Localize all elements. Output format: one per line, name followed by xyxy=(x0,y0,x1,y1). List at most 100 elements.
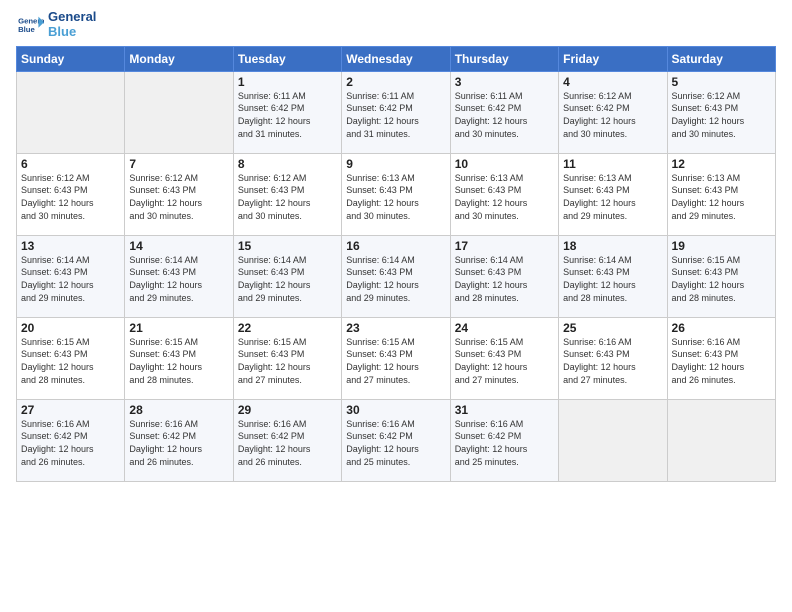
calendar-cell: 30Sunrise: 6:16 AM Sunset: 6:42 PM Dayli… xyxy=(342,399,450,481)
calendar-table: Sunday Monday Tuesday Wednesday Thursday… xyxy=(16,46,776,482)
calendar-cell: 28Sunrise: 6:16 AM Sunset: 6:42 PM Dayli… xyxy=(125,399,233,481)
day-info: Sunrise: 6:12 AM Sunset: 6:42 PM Dayligh… xyxy=(563,90,662,140)
calendar-cell: 25Sunrise: 6:16 AM Sunset: 6:43 PM Dayli… xyxy=(559,317,667,399)
calendar-week-row: 6Sunrise: 6:12 AM Sunset: 6:43 PM Daylig… xyxy=(17,153,776,235)
calendar-cell: 14Sunrise: 6:14 AM Sunset: 6:43 PM Dayli… xyxy=(125,235,233,317)
day-info: Sunrise: 6:16 AM Sunset: 6:42 PM Dayligh… xyxy=(346,418,445,468)
day-number: 9 xyxy=(346,157,445,171)
day-info: Sunrise: 6:12 AM Sunset: 6:43 PM Dayligh… xyxy=(238,172,337,222)
calendar-cell: 31Sunrise: 6:16 AM Sunset: 6:42 PM Dayli… xyxy=(450,399,558,481)
col-wednesday: Wednesday xyxy=(342,46,450,71)
day-number: 26 xyxy=(672,321,771,335)
day-number: 6 xyxy=(21,157,120,171)
day-number: 15 xyxy=(238,239,337,253)
col-monday: Monday xyxy=(125,46,233,71)
day-number: 12 xyxy=(672,157,771,171)
day-info: Sunrise: 6:15 AM Sunset: 6:43 PM Dayligh… xyxy=(672,254,771,304)
calendar-cell: 26Sunrise: 6:16 AM Sunset: 6:43 PM Dayli… xyxy=(667,317,775,399)
day-info: Sunrise: 6:15 AM Sunset: 6:43 PM Dayligh… xyxy=(21,336,120,386)
day-number: 11 xyxy=(563,157,662,171)
calendar-cell: 21Sunrise: 6:15 AM Sunset: 6:43 PM Dayli… xyxy=(125,317,233,399)
day-number: 22 xyxy=(238,321,337,335)
col-tuesday: Tuesday xyxy=(233,46,341,71)
day-number: 18 xyxy=(563,239,662,253)
day-info: Sunrise: 6:16 AM Sunset: 6:42 PM Dayligh… xyxy=(129,418,228,468)
logo-text-general: General xyxy=(48,10,96,25)
day-info: Sunrise: 6:15 AM Sunset: 6:43 PM Dayligh… xyxy=(346,336,445,386)
calendar-cell: 7Sunrise: 6:12 AM Sunset: 6:43 PM Daylig… xyxy=(125,153,233,235)
calendar-cell xyxy=(125,71,233,153)
page-header: General Blue General Blue xyxy=(16,10,776,40)
day-number: 20 xyxy=(21,321,120,335)
day-info: Sunrise: 6:11 AM Sunset: 6:42 PM Dayligh… xyxy=(238,90,337,140)
day-info: Sunrise: 6:16 AM Sunset: 6:43 PM Dayligh… xyxy=(672,336,771,386)
day-number: 13 xyxy=(21,239,120,253)
day-info: Sunrise: 6:14 AM Sunset: 6:43 PM Dayligh… xyxy=(455,254,554,304)
day-info: Sunrise: 6:14 AM Sunset: 6:43 PM Dayligh… xyxy=(563,254,662,304)
day-number: 25 xyxy=(563,321,662,335)
day-number: 29 xyxy=(238,403,337,417)
calendar-cell: 29Sunrise: 6:16 AM Sunset: 6:42 PM Dayli… xyxy=(233,399,341,481)
day-number: 10 xyxy=(455,157,554,171)
calendar-cell xyxy=(667,399,775,481)
calendar-week-row: 20Sunrise: 6:15 AM Sunset: 6:43 PM Dayli… xyxy=(17,317,776,399)
calendar-cell: 4Sunrise: 6:12 AM Sunset: 6:42 PM Daylig… xyxy=(559,71,667,153)
calendar-cell: 15Sunrise: 6:14 AM Sunset: 6:43 PM Dayli… xyxy=(233,235,341,317)
day-info: Sunrise: 6:16 AM Sunset: 6:43 PM Dayligh… xyxy=(563,336,662,386)
calendar-cell: 2Sunrise: 6:11 AM Sunset: 6:42 PM Daylig… xyxy=(342,71,450,153)
day-info: Sunrise: 6:13 AM Sunset: 6:43 PM Dayligh… xyxy=(563,172,662,222)
day-number: 28 xyxy=(129,403,228,417)
calendar-cell: 13Sunrise: 6:14 AM Sunset: 6:43 PM Dayli… xyxy=(17,235,125,317)
day-info: Sunrise: 6:14 AM Sunset: 6:43 PM Dayligh… xyxy=(346,254,445,304)
calendar-week-row: 13Sunrise: 6:14 AM Sunset: 6:43 PM Dayli… xyxy=(17,235,776,317)
day-number: 30 xyxy=(346,403,445,417)
day-number: 27 xyxy=(21,403,120,417)
day-info: Sunrise: 6:16 AM Sunset: 6:42 PM Dayligh… xyxy=(21,418,120,468)
calendar-cell: 16Sunrise: 6:14 AM Sunset: 6:43 PM Dayli… xyxy=(342,235,450,317)
day-number: 19 xyxy=(672,239,771,253)
day-number: 16 xyxy=(346,239,445,253)
calendar-week-row: 1Sunrise: 6:11 AM Sunset: 6:42 PM Daylig… xyxy=(17,71,776,153)
calendar-week-row: 27Sunrise: 6:16 AM Sunset: 6:42 PM Dayli… xyxy=(17,399,776,481)
calendar-cell: 9Sunrise: 6:13 AM Sunset: 6:43 PM Daylig… xyxy=(342,153,450,235)
day-info: Sunrise: 6:14 AM Sunset: 6:43 PM Dayligh… xyxy=(21,254,120,304)
day-info: Sunrise: 6:12 AM Sunset: 6:43 PM Dayligh… xyxy=(672,90,771,140)
day-number: 23 xyxy=(346,321,445,335)
day-info: Sunrise: 6:16 AM Sunset: 6:42 PM Dayligh… xyxy=(455,418,554,468)
calendar-cell: 24Sunrise: 6:15 AM Sunset: 6:43 PM Dayli… xyxy=(450,317,558,399)
calendar-cell: 22Sunrise: 6:15 AM Sunset: 6:43 PM Dayli… xyxy=(233,317,341,399)
day-info: Sunrise: 6:15 AM Sunset: 6:43 PM Dayligh… xyxy=(238,336,337,386)
day-number: 4 xyxy=(563,75,662,89)
calendar-cell: 11Sunrise: 6:13 AM Sunset: 6:43 PM Dayli… xyxy=(559,153,667,235)
day-number: 14 xyxy=(129,239,228,253)
day-info: Sunrise: 6:12 AM Sunset: 6:43 PM Dayligh… xyxy=(21,172,120,222)
svg-text:Blue: Blue xyxy=(18,25,35,34)
logo-text-blue: Blue xyxy=(48,25,96,40)
col-sunday: Sunday xyxy=(17,46,125,71)
calendar-cell: 20Sunrise: 6:15 AM Sunset: 6:43 PM Dayli… xyxy=(17,317,125,399)
day-number: 3 xyxy=(455,75,554,89)
day-number: 31 xyxy=(455,403,554,417)
day-number: 24 xyxy=(455,321,554,335)
col-saturday: Saturday xyxy=(667,46,775,71)
day-info: Sunrise: 6:11 AM Sunset: 6:42 PM Dayligh… xyxy=(455,90,554,140)
day-info: Sunrise: 6:16 AM Sunset: 6:42 PM Dayligh… xyxy=(238,418,337,468)
calendar-cell xyxy=(17,71,125,153)
day-number: 7 xyxy=(129,157,228,171)
calendar-cell: 23Sunrise: 6:15 AM Sunset: 6:43 PM Dayli… xyxy=(342,317,450,399)
calendar-cell: 1Sunrise: 6:11 AM Sunset: 6:42 PM Daylig… xyxy=(233,71,341,153)
day-info: Sunrise: 6:11 AM Sunset: 6:42 PM Dayligh… xyxy=(346,90,445,140)
calendar-cell: 3Sunrise: 6:11 AM Sunset: 6:42 PM Daylig… xyxy=(450,71,558,153)
col-friday: Friday xyxy=(559,46,667,71)
calendar-cell: 19Sunrise: 6:15 AM Sunset: 6:43 PM Dayli… xyxy=(667,235,775,317)
day-number: 21 xyxy=(129,321,228,335)
day-number: 2 xyxy=(346,75,445,89)
calendar-cell: 17Sunrise: 6:14 AM Sunset: 6:43 PM Dayli… xyxy=(450,235,558,317)
calendar-header-row: Sunday Monday Tuesday Wednesday Thursday… xyxy=(17,46,776,71)
col-thursday: Thursday xyxy=(450,46,558,71)
calendar-cell: 10Sunrise: 6:13 AM Sunset: 6:43 PM Dayli… xyxy=(450,153,558,235)
day-info: Sunrise: 6:13 AM Sunset: 6:43 PM Dayligh… xyxy=(346,172,445,222)
day-info: Sunrise: 6:14 AM Sunset: 6:43 PM Dayligh… xyxy=(129,254,228,304)
day-info: Sunrise: 6:13 AM Sunset: 6:43 PM Dayligh… xyxy=(672,172,771,222)
day-number: 17 xyxy=(455,239,554,253)
